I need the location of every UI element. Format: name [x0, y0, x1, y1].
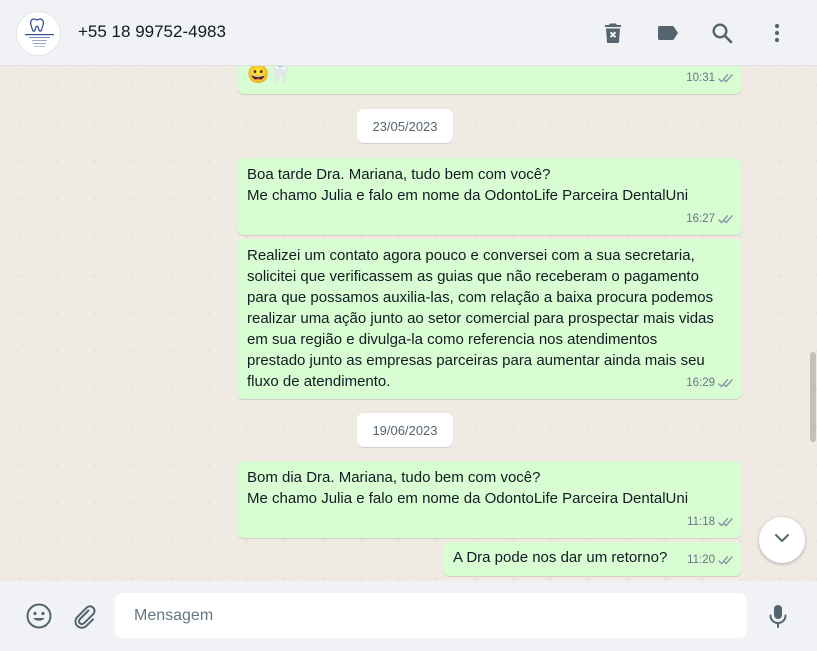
microphone-icon[interactable]: [764, 602, 792, 630]
message-bubble[interactable]: A Dra pode nos dar um retorno? 11:20: [443, 542, 742, 576]
contact-name[interactable]: +55 18 99752-4983: [78, 22, 226, 42]
contact-avatar[interactable]: [16, 11, 61, 56]
message-meta: 11:18: [687, 512, 734, 533]
read-receipt-icon: [718, 214, 734, 225]
message-bubble[interactable]: Boa tarde Dra. Mariana, tudo bem com voc…: [237, 158, 742, 235]
message-input[interactable]: [115, 593, 747, 638]
read-receipt-icon: [718, 73, 734, 84]
emoji-icon[interactable]: [25, 602, 53, 630]
chat-scrollbar[interactable]: [810, 352, 816, 442]
message-text: Realizei um contato agora pouco e conver…: [247, 247, 714, 390]
chat-header: +55 18 99752-4983: [0, 0, 817, 66]
message-time: 16:29: [686, 377, 715, 389]
message-meta: 11:20: [687, 550, 734, 571]
delete-icon[interactable]: [601, 21, 625, 45]
attach-icon[interactable]: [70, 602, 98, 630]
message-text: 😀🦷: [247, 66, 292, 84]
chat-area[interactable]: 😀🦷 10:31 23/05/2023 Boa tarde Dra. Maria…: [0, 66, 817, 581]
read-receipt-icon: [718, 517, 734, 528]
message-time: 16:27: [686, 213, 715, 225]
message-time: 11:18: [687, 516, 715, 528]
message-time: 11:20: [687, 554, 715, 566]
label-icon[interactable]: [656, 21, 680, 45]
message-bubble[interactable]: Bom dia Dra. Mariana, tudo bem com você?…: [237, 461, 742, 538]
read-receipt-icon: [718, 378, 734, 389]
scroll-to-bottom-button[interactable]: [759, 517, 805, 563]
date-divider: 23/05/2023: [357, 109, 453, 143]
composer-bar: [0, 581, 817, 651]
message-bubble[interactable]: 😀🦷 10:31: [237, 66, 742, 94]
menu-icon[interactable]: [765, 21, 789, 45]
message-meta: 10:31: [686, 68, 734, 89]
message-text: Bom dia Dra. Mariana, tudo bem com você?…: [247, 469, 689, 507]
chevron-down-icon: [772, 528, 792, 553]
message-text: Boa tarde Dra. Mariana, tudo bem com voc…: [247, 166, 689, 204]
message-meta: 16:27: [686, 209, 734, 230]
read-receipt-icon: [718, 555, 734, 566]
message-meta: 16:29: [686, 373, 734, 394]
message-time: 10:31: [686, 72, 715, 84]
date-divider: 19/06/2023: [357, 413, 453, 447]
message-bubble[interactable]: Realizei um contato agora pouco e conver…: [237, 239, 742, 399]
search-icon[interactable]: [710, 21, 734, 45]
